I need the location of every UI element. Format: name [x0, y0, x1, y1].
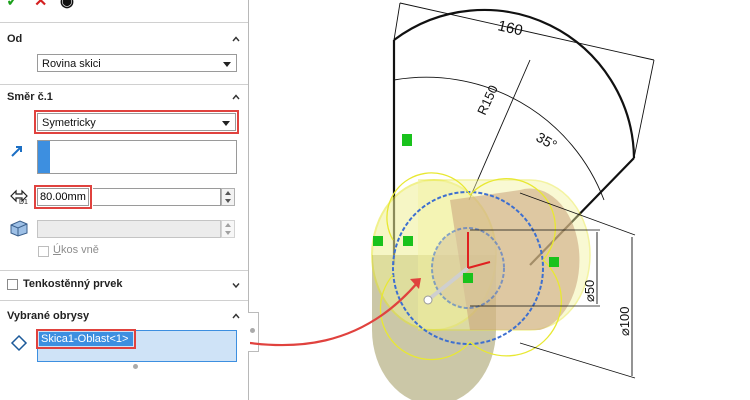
- draft-outward-label-mnemonic: Ú: [53, 244, 61, 256]
- draft-outward-label: Úkos vně: [53, 244, 99, 256]
- depth-input-extension[interactable]: [93, 188, 221, 206]
- section-title-direction1: Směr č.1: [7, 91, 53, 103]
- relation-marker-icon[interactable]: [403, 236, 413, 246]
- graphics-area[interactable]: 160 R150 35° ⌀50 ⌀100: [250, 0, 750, 400]
- draft-angle-input[interactable]: [37, 220, 221, 238]
- contour-item[interactable]: Skica1-Oblast<1>: [36, 329, 136, 349]
- section-title-from: Od: [7, 33, 23, 45]
- dimension-angle[interactable]: 35°: [534, 129, 560, 153]
- check-icon[interactable]: ✓: [6, 0, 19, 10]
- from-section: Od Rovina skici: [0, 22, 248, 84]
- draft-spinner[interactable]: [221, 220, 235, 238]
- selection-indicator: [38, 141, 50, 173]
- draft-icon[interactable]: [8, 218, 30, 238]
- dropdown-arrow-icon: [223, 62, 231, 67]
- contour-diamond-icon: [10, 334, 28, 352]
- draft-outward-label-rest: kos vně: [60, 244, 99, 256]
- dimension-length[interactable]: 160: [496, 17, 524, 39]
- direction1-section: Směr č.1 Symetricky D1 80.00mm Úkos vně: [0, 84, 248, 266]
- dimension-radius[interactable]: R150: [474, 83, 501, 118]
- draft-outward-checkbox[interactable]: [38, 246, 49, 257]
- selected-contours-section: Vybrané obrysy Skica1-Oblast<1>: [0, 300, 248, 400]
- dimension-lines: [393, 2, 655, 159]
- depth-value: 80.00mm: [40, 191, 86, 203]
- x-icon[interactable]: ✕: [34, 0, 47, 10]
- origin-marker-icon[interactable]: [463, 273, 473, 283]
- relation-marker-icon[interactable]: [373, 236, 383, 246]
- drag-handle-dot[interactable]: [423, 295, 433, 305]
- relation-marker-icon[interactable]: [402, 134, 412, 146]
- section-title-contours: Vybrané obrysy: [7, 310, 90, 322]
- chevron-down-icon[interactable]: [232, 281, 240, 289]
- chevron-up-icon[interactable]: [232, 312, 240, 320]
- dropdown-arrow-icon: [222, 121, 230, 126]
- thin-feature-checkbox[interactable]: [7, 279, 18, 290]
- depth-input[interactable]: 80.00mm: [34, 185, 92, 209]
- chevron-up-icon[interactable]: [232, 93, 240, 101]
- chevron-up-icon[interactable]: [232, 35, 240, 43]
- from-select[interactable]: Rovina skici: [37, 54, 237, 72]
- end-condition-select[interactable]: Symetricky: [34, 110, 239, 134]
- eye-icon[interactable]: ◉: [60, 0, 74, 10]
- property-manager: ✓ ✕ ◉ Od Rovina skici Směr č.1 Symetrick…: [0, 0, 259, 400]
- relation-marker-icon[interactable]: [549, 257, 559, 267]
- depth-icon: D1: [10, 189, 28, 206]
- depth-spinner[interactable]: [221, 188, 235, 206]
- direction-reference-field[interactable]: [37, 140, 237, 174]
- diameter-dimension-lines: [596, 232, 633, 376]
- section-title-thin: Tenkostěnný prvek: [23, 278, 123, 290]
- resize-handle[interactable]: [133, 364, 138, 369]
- dimension-diameter-100[interactable]: ⌀100: [617, 306, 632, 336]
- thin-feature-section: Tenkostěnný prvek: [0, 270, 248, 300]
- end-condition-value: Symetricky: [42, 117, 96, 129]
- dimension-diameter-50[interactable]: ⌀50: [582, 280, 597, 302]
- from-select-value: Rovina skici: [42, 58, 101, 70]
- svg-text:D1: D1: [19, 199, 28, 206]
- contours-list[interactable]: Skica1-Oblast<1>: [36, 329, 237, 362]
- direction-arrow-icon[interactable]: [10, 144, 24, 158]
